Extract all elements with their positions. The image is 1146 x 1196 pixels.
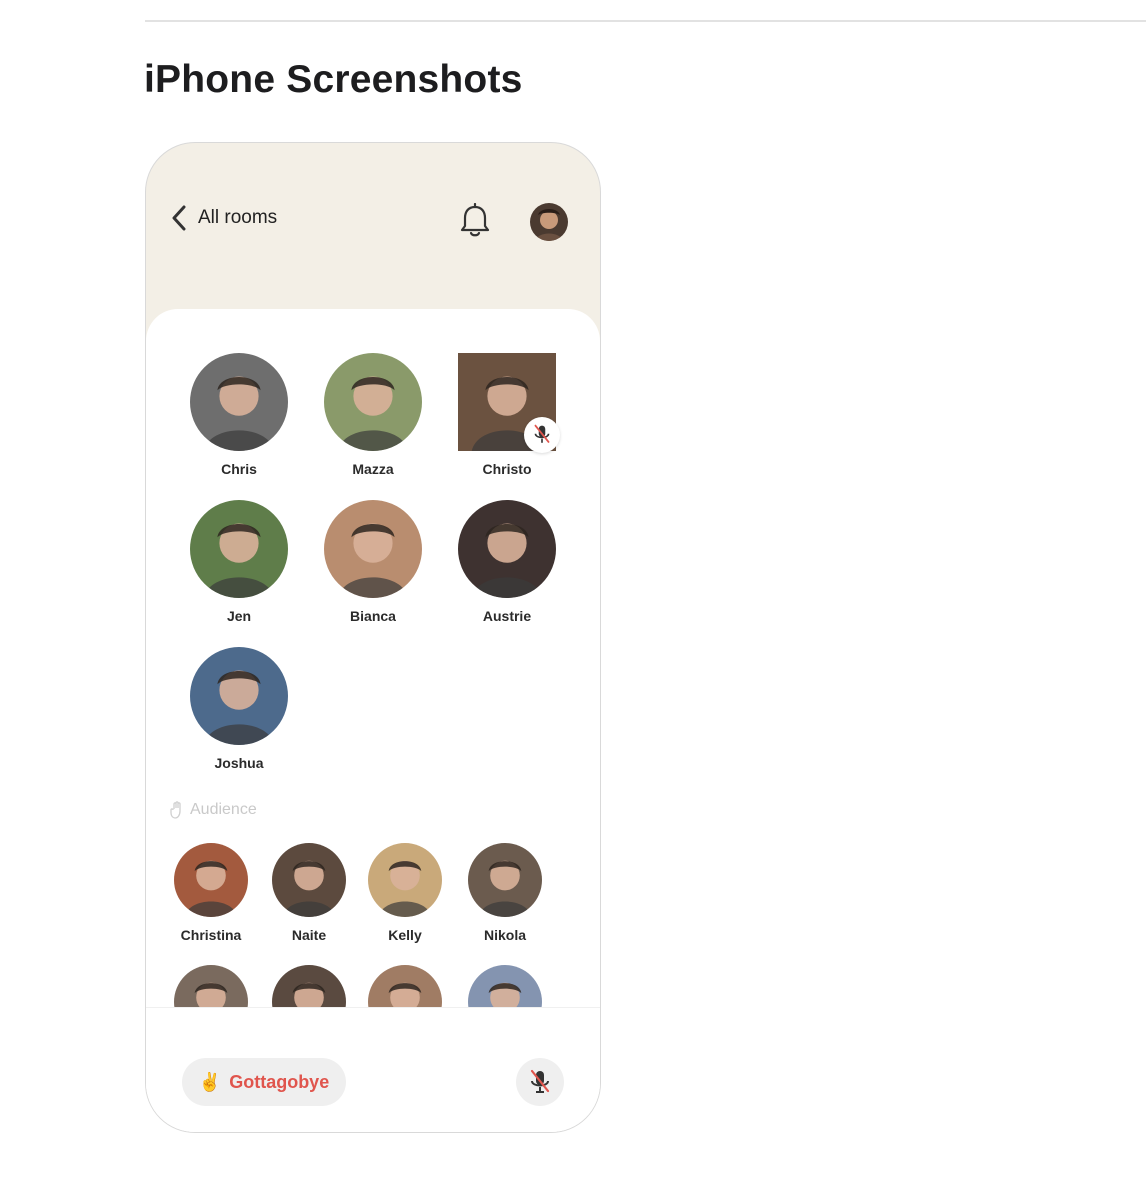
chevron-left-icon: [172, 205, 186, 231]
leave-room-button[interactable]: ✌️ Gottagobye: [182, 1058, 346, 1106]
audience-name: Nikola: [483, 927, 526, 943]
speaker-item[interactable]: Mazza: [308, 353, 438, 477]
avatar-photo: [468, 843, 542, 917]
mic-off-icon: [534, 425, 550, 444]
audience-name: Christina: [180, 927, 242, 943]
back-to-all-rooms-button[interactable]: All rooms: [172, 205, 277, 231]
speaker-name: Chris: [221, 461, 257, 477]
mute-toggle-button[interactable]: [516, 1058, 564, 1106]
room-bottom-bar: ✌️ Gottagobye: [146, 1007, 600, 1132]
audience-label: Audience: [190, 801, 257, 818]
avatar: [530, 203, 568, 241]
mic-off-icon: [530, 1069, 550, 1093]
audience-name: Kelly: [388, 927, 422, 943]
peace-hand-icon: ✌️: [198, 1071, 222, 1092]
speaker-name: Bianca: [350, 608, 396, 624]
avatar: [190, 500, 288, 598]
audience-item[interactable]: Kelly: [355, 843, 455, 943]
audience-item[interactable]: Nikola: [455, 843, 555, 943]
avatar: [272, 843, 346, 917]
avatar-photo: [190, 353, 288, 451]
bell-icon: [460, 202, 490, 237]
back-label: All rooms: [198, 207, 278, 228]
speaker-item[interactable]: Jen: [174, 500, 304, 624]
speaker-item[interactable]: Christo: [442, 353, 572, 477]
avatar: [190, 353, 288, 451]
speaker-name: Austrie: [482, 608, 532, 624]
avatar-photo: [190, 500, 288, 598]
speaker-name: Joshua: [214, 755, 264, 771]
audience-item[interactable]: Naite: [259, 843, 359, 943]
avatar-photo: [324, 500, 422, 598]
speaker-item[interactable]: Bianca: [308, 500, 438, 624]
speaker-item[interactable]: Joshua: [174, 647, 304, 771]
leave-label: Gottagobye: [229, 1071, 330, 1092]
audience-name: Naite: [291, 927, 327, 943]
speaker-name: Mazza: [352, 461, 394, 477]
avatar: [324, 500, 422, 598]
muted-badge: [524, 417, 560, 453]
speaker-item[interactable]: Austrie: [442, 500, 572, 624]
avatar: [468, 843, 542, 917]
avatar-photo: [368, 843, 442, 917]
avatar-photo: [458, 500, 556, 598]
avatar-photo: [174, 843, 248, 917]
avatar-photo: [190, 647, 288, 745]
notifications-button[interactable]: [458, 202, 492, 239]
avatar: [324, 353, 422, 451]
speaker-name: Jen: [226, 608, 252, 624]
iphone-screenshot: All rooms Chris Mazza Christo Jen Bianca Aust…: [145, 142, 601, 1133]
avatar-photo: [324, 353, 422, 451]
audience-header: Audience: [170, 801, 257, 819]
audience-grid: Christina Naite Kelly Nikola: [174, 843, 574, 1033]
hand-icon: [170, 801, 181, 819]
section-title: iPhone Screenshots: [144, 58, 523, 101]
audience-item[interactable]: Christina: [174, 843, 261, 943]
room-top-bar: All rooms: [146, 143, 600, 313]
avatar-photo: [272, 843, 346, 917]
avatar: [190, 647, 288, 745]
avatar: [368, 843, 442, 917]
avatar: [458, 500, 556, 598]
avatar: [174, 843, 248, 917]
speaker-item[interactable]: Chris: [174, 353, 304, 477]
my-profile-avatar[interactable]: [530, 203, 568, 241]
section-divider: [145, 20, 1146, 22]
speaker-name: Christo: [482, 461, 532, 477]
avatar: [458, 353, 560, 453]
